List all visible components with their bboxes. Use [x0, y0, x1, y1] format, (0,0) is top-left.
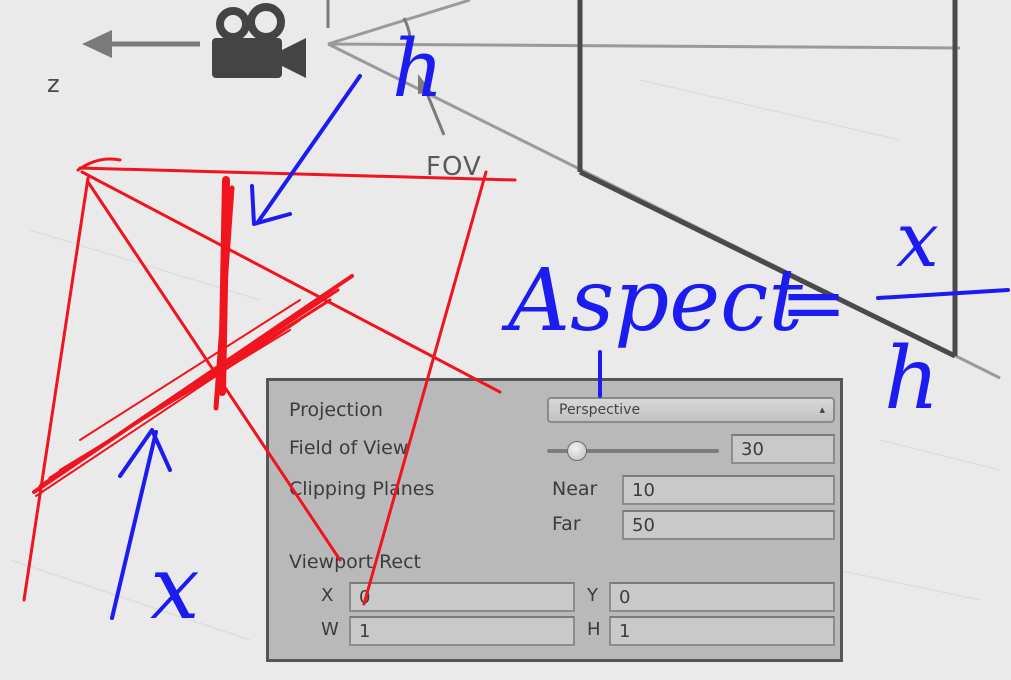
field-of-view-label: Field of View: [289, 437, 409, 459]
far-plane-bottom: [578, 169, 957, 359]
viewport-w-label: W: [321, 619, 339, 640]
viewport-x-input[interactable]: 0: [349, 582, 575, 612]
z-axis-label: z: [47, 70, 60, 98]
z-axis-arrowhead: [82, 30, 112, 58]
viewport-h-input[interactable]: 1: [609, 616, 835, 646]
viewport-h-label: H: [587, 619, 601, 640]
dropdown-arrows-icon: ▴: [819, 403, 825, 416]
fov-label: FOV: [426, 152, 482, 182]
clipping-planes-label: Clipping Planes: [289, 478, 435, 500]
projection-value: Perspective: [559, 402, 641, 418]
viewport-x-label: X: [321, 585, 334, 606]
camera-inspector-panel: Projection Perspective ▴ Field of View 3…: [266, 378, 843, 662]
near-input[interactable]: 10: [622, 475, 835, 505]
viewport-rect-label: Viewport Rect: [289, 551, 422, 573]
field-of-view-input[interactable]: 30: [731, 434, 835, 464]
near-label: Near: [552, 478, 598, 500]
fov-pointer-head: [418, 74, 432, 94]
viewport-w-input[interactable]: 1: [349, 616, 575, 646]
projection-dropdown[interactable]: Perspective ▴: [547, 397, 835, 423]
field-of-view-slider[interactable]: [547, 441, 719, 461]
far-label: Far: [552, 513, 581, 535]
fov-pointer: [422, 85, 446, 136]
photo-page: z FOV Projection Perspective ▴ Field of …: [0, 0, 1011, 680]
projection-label: Projection: [289, 399, 383, 421]
frustum-center-line: [327, 42, 961, 50]
viewport-y-label: Y: [587, 585, 598, 606]
slider-thumb[interactable]: [567, 441, 588, 461]
far-input[interactable]: 50: [622, 510, 835, 540]
frustum-top-edge: [327, 0, 471, 46]
viewport-y-input[interactable]: 0: [609, 582, 835, 612]
camera-icon: [212, 3, 306, 78]
